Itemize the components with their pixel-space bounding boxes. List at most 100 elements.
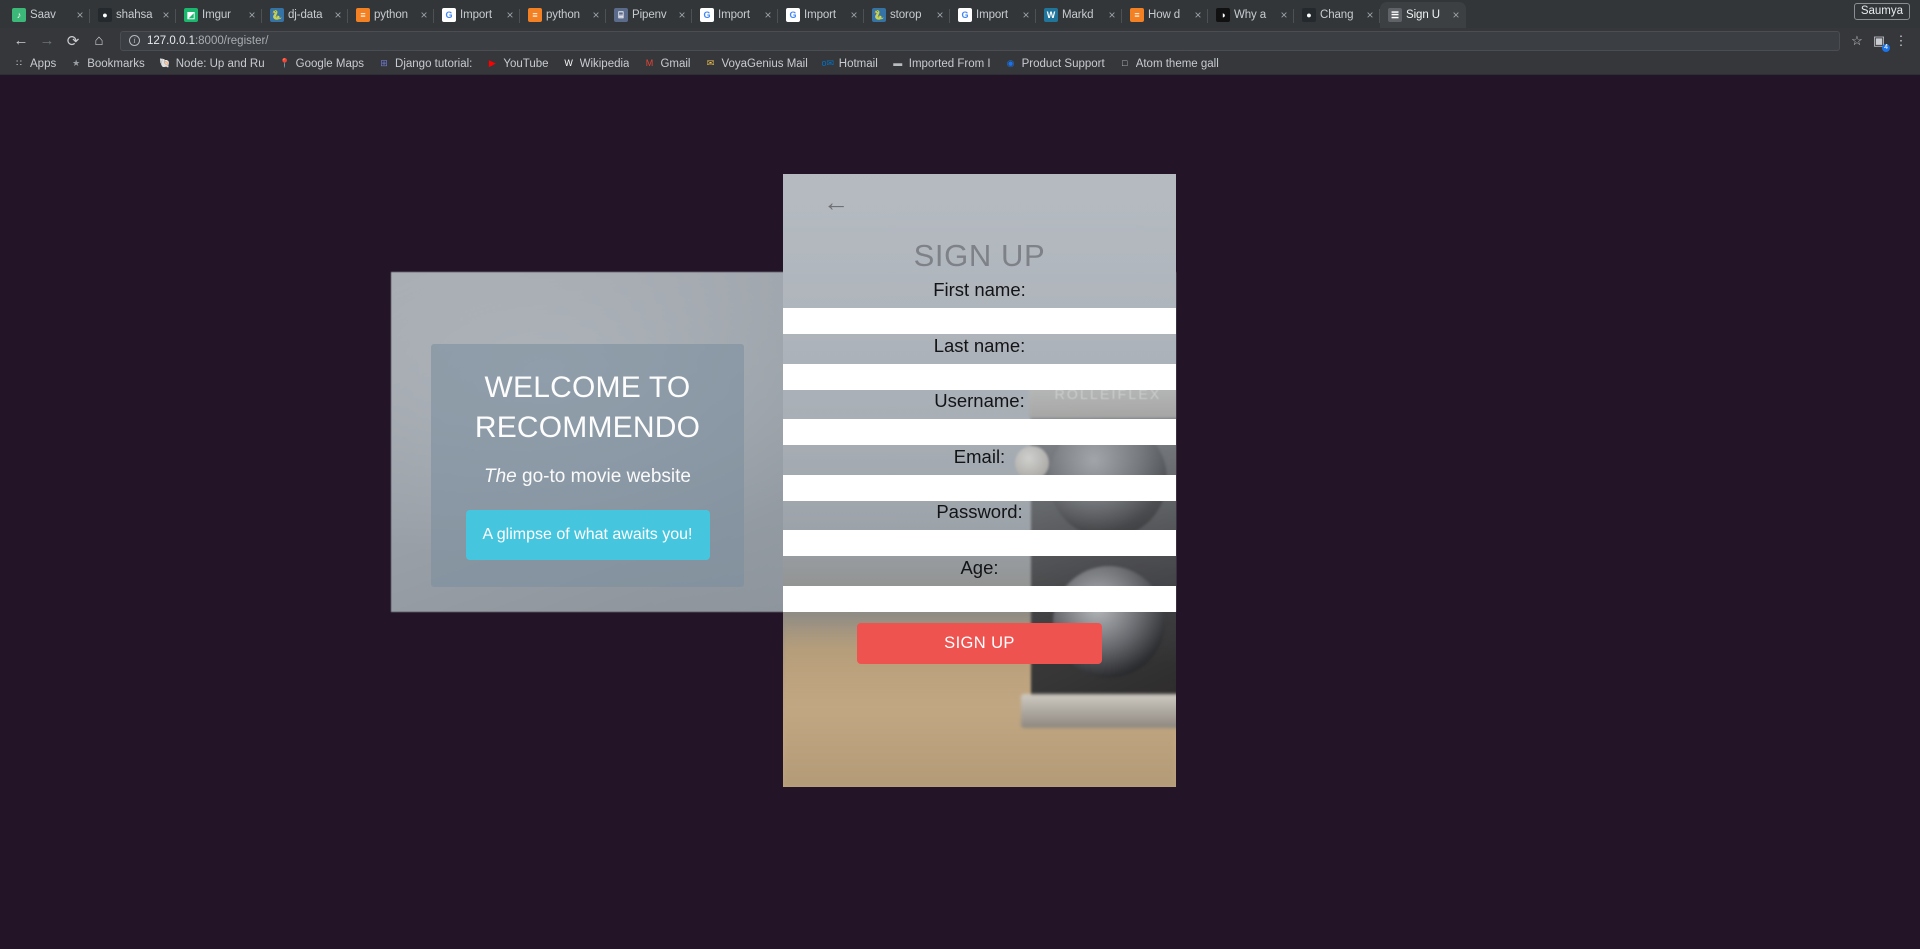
bookmark-item[interactable]: 📍 Google Maps [272,54,371,74]
home-icon[interactable]: ⌂ [86,29,112,53]
browser-tab[interactable]: ≡ How d × [1122,2,1208,28]
folder-icon: ▬ [893,58,903,68]
saavn-icon: ♪ [12,8,26,22]
tab-close-icon[interactable]: × [504,9,516,21]
tab-close-icon[interactable]: × [418,9,430,21]
bookmark-item[interactable]: M Gmail [636,54,697,74]
browser-tab[interactable]: ☰ Sign U × [1380,2,1466,28]
field-age: Age: [783,556,1176,612]
bookmark-item[interactable]: ∷ Apps [6,54,63,74]
welcome-subtitle-rest: go-to movie website [516,466,691,487]
browser-tab[interactable]: ⌸ Pipenv × [606,2,692,28]
tab-close-icon[interactable]: × [332,9,344,21]
browser-tab[interactable]: G Import × [692,2,778,28]
page-icon: ☰ [1388,8,1402,22]
browser-tab[interactable]: ≡ python × [348,2,434,28]
tab-title: Markd [1062,9,1094,21]
tab-close-icon[interactable]: × [676,9,688,21]
tab-close-icon[interactable]: × [590,9,602,21]
tab-close-icon[interactable]: × [160,9,172,21]
welcome-card: WELCOME TO RECOMMENDO The go-to movie we… [431,344,744,587]
bookmark-item[interactable]: ◉ Product Support [998,54,1112,74]
email-input[interactable] [783,475,1176,501]
tab-title: How d [1148,9,1181,21]
gmail-icon: M [645,58,654,68]
label-first-name: First name: [933,279,1026,300]
oreilly-icon: 🐚 [159,58,171,68]
tab-close-icon[interactable]: × [1364,9,1376,21]
bookmark-item[interactable]: ✉ VoyaGenius Mail [697,54,814,74]
back-arrow-icon[interactable]: ← [823,188,853,216]
tab-close-icon[interactable]: × [1020,9,1032,21]
bookmark-item[interactable]: o✉ Hotmail [815,54,885,74]
imgur-icon: ◩ [184,8,198,22]
site-info-icon[interactable]: i [129,35,140,46]
tab-close-icon[interactable]: × [848,9,860,21]
glimpse-button[interactable]: A glimpse of what awaits you! [465,510,710,560]
browser-tab[interactable]: ◩ Imgur × [176,2,262,28]
tab-title: Import [976,9,1008,21]
browser-tab[interactable]: ● Chang × [1294,2,1380,28]
profile-chip[interactable]: Saumya [1853,3,1910,20]
last-name-input[interactable] [783,364,1176,390]
browser-tab[interactable]: ◑ Why a × [1208,2,1294,28]
browser-tab[interactable]: 🐍 dj-data × [262,2,348,28]
signup-panel: ROLLEIFLEX ← SIGN UP First name:Last nam… [783,174,1176,787]
tab-close-icon[interactable]: × [1278,9,1290,21]
username-input[interactable] [783,419,1176,445]
bookmark-item[interactable]: W Wikipedia [556,54,637,74]
bookmarks-bar: ∷ Apps ★ Bookmarks 🐚 Node: Up and Ru 📍 Google M… [0,53,1920,75]
browser-tab[interactable]: ♪ Saav × [4,2,90,28]
bookmark-item[interactable]: ▶ YouTube [479,54,555,74]
browser-tab[interactable]: G Import × [434,2,520,28]
tab-title: Import [460,9,492,21]
google-icon: G [442,8,456,22]
field-username: Username: [783,389,1176,445]
tab-close-icon[interactable]: × [1106,9,1118,21]
label-age: Age: [960,557,999,578]
browser-tab[interactable]: ● shahsa × [90,2,176,28]
tab-title: Imgur [202,9,231,21]
outlook-icon: o✉ [821,58,834,68]
tab-close-icon[interactable]: × [1450,9,1462,21]
stackoverflow-icon: ≡ [528,8,542,22]
bookmark-item[interactable]: ▬ Imported From I [885,54,998,74]
url-host: 127.0.0.1 [147,34,195,47]
signup-submit-button[interactable]: SIGN UP [857,623,1102,664]
tab-close-icon[interactable]: × [246,9,258,21]
wikipedia-icon: W [564,58,573,68]
bookmark-item[interactable]: □ Atom theme gall [1112,54,1226,74]
tab-close-icon[interactable]: × [1192,9,1204,21]
django-icon: ⊞ [380,58,388,68]
reload-icon[interactable]: ⟳ [60,29,86,53]
address-bar[interactable]: i 127.0.0.1:8000/register/ [120,30,1840,51]
back-icon[interactable]: ← [8,29,34,53]
field-password: Password: [783,500,1176,556]
password-input[interactable] [783,530,1176,556]
first-name-input[interactable] [783,308,1176,334]
bookmark-item[interactable]: ⊞ Django tutorial: [371,54,479,74]
tab-title: Why a [1234,9,1267,21]
forward-icon[interactable]: → [34,29,60,53]
browser-tab[interactable]: ≡ python × [520,2,606,28]
tab-close-icon[interactable]: × [762,9,774,21]
age-input[interactable] [783,586,1176,612]
browser-tab[interactable]: W Markd × [1036,2,1122,28]
menu-icon[interactable]: ⋮ [1890,30,1912,52]
bookmark-item[interactable]: 🐚 Node: Up and Ru [152,54,272,74]
tab-title: Sign U [1406,9,1440,21]
docs-icon: ⌸ [614,8,628,22]
bookmark-label: Gmail [660,57,691,70]
bookmark-star-icon[interactable]: ☆ [1846,30,1868,52]
browser-tab[interactable]: 🐍 storop × [864,2,950,28]
label-email: Email: [953,446,1006,467]
tab-close-icon[interactable]: × [74,9,86,21]
signup-title: SIGN UP [913,238,1046,273]
browser-tab[interactable]: G Import × [950,2,1036,28]
bookmark-item[interactable]: ★ Bookmarks [63,54,152,74]
extension-icon[interactable]: ▣ 4 [1868,30,1890,52]
tab-close-icon[interactable]: × [934,9,946,21]
browser-tab[interactable]: G Import × [778,2,864,28]
page-content: WELCOME TO RECOMMENDO The go-to movie we… [0,75,1920,949]
tab-title: Pipenv [632,9,667,21]
